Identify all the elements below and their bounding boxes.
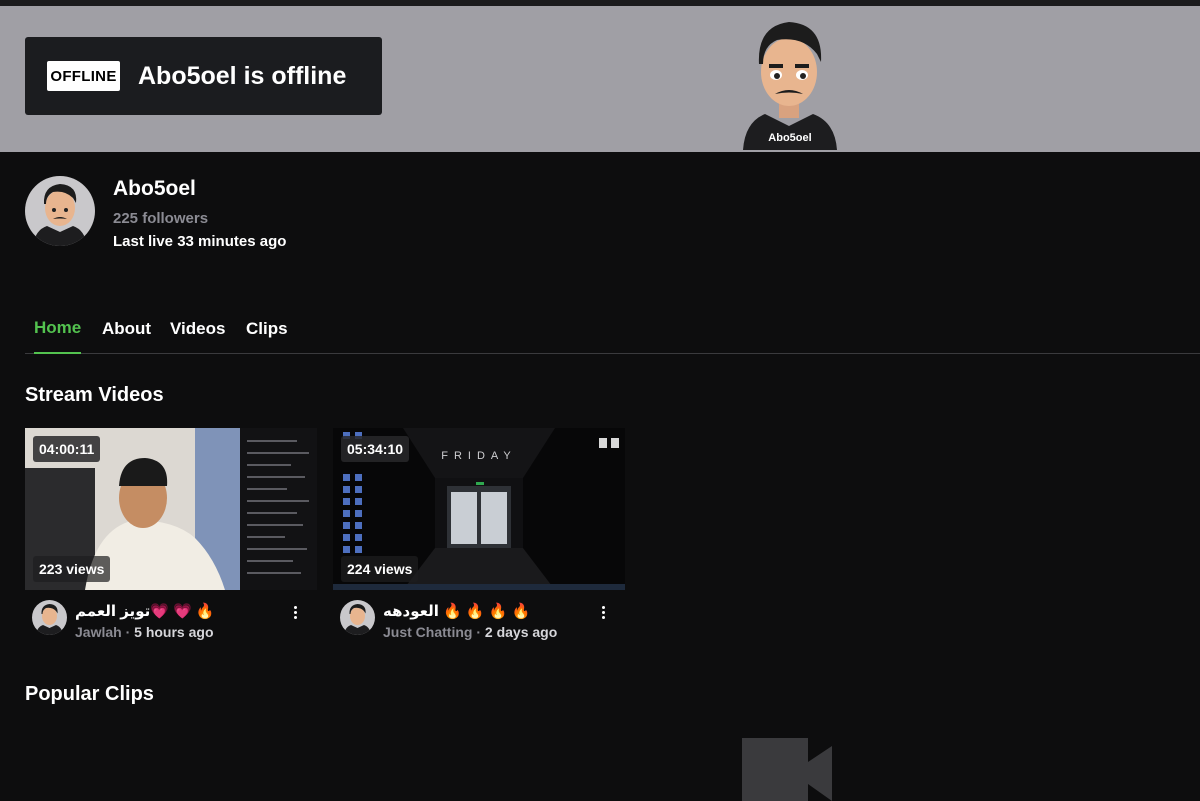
channel-name: Abo5oel (113, 177, 196, 200)
offline-message: Abo5oel is offline (138, 61, 347, 90)
video-duration: 05:34:10 (341, 436, 410, 462)
video-duration: 04:00:11 (33, 436, 101, 462)
video-thumbnail[interactable]: FRIDAY 05:34:10 224 views (333, 428, 625, 590)
last-live-status: Last live 33 minutes ago (113, 233, 287, 250)
video-meta: تويز العمم💗 💗 🔥 Jawlah · 5 hours ago (25, 590, 317, 640)
video-age: 2 days ago (484, 624, 558, 640)
thumb-overlay-text: FRIDAY (441, 450, 517, 462)
channel-tabs: Home About Videos Clips (25, 304, 1200, 354)
video-card[interactable]: FRIDAY 05:34:10 224 views العودهه 🔥 🔥 🔥 … (333, 428, 625, 640)
video-camera-icon (742, 738, 832, 801)
video-subtitle: Just Chatting · 2 days ago (383, 624, 557, 640)
video-meta: العودهه 🔥 🔥 🔥 🔥 Just Chatting · 2 days a… (333, 590, 625, 640)
video-age: 5 hours ago (134, 624, 214, 640)
vertical-ellipsis-icon[interactable] (289, 604, 301, 624)
video-views: 224 views (341, 556, 419, 582)
channel-avatar[interactable] (25, 176, 95, 246)
video-thumbnail[interactable]: 04:00:11 223 views (25, 428, 317, 590)
popular-clips-heading: Popular Clips (25, 683, 154, 705)
offline-status-box: OFFLINE Abo5oel is offline (25, 37, 382, 115)
stream-videos-heading: Stream Videos (25, 384, 164, 406)
video-title[interactable]: تويز العمم💗 💗 🔥 (75, 602, 215, 620)
video-card[interactable]: 04:00:11 223 views تويز العمم💗 💗 🔥 Jawla… (25, 428, 317, 640)
follower-count: 225 followers (113, 210, 209, 227)
tab-videos[interactable]: Videos (170, 304, 225, 353)
vertical-ellipsis-icon[interactable] (597, 604, 609, 624)
video-channel-avatar[interactable] (340, 600, 375, 635)
meta-separator: · (121, 624, 135, 640)
avatar-image (36, 604, 63, 635)
avatar-image (344, 604, 371, 635)
video-subtitle: Jawlah · 5 hours ago (75, 624, 214, 640)
meta-separator: · (472, 624, 485, 640)
video-title[interactable]: العودهه 🔥 🔥 🔥 🔥 (383, 602, 530, 620)
tab-home[interactable]: Home (34, 304, 82, 354)
tab-clips[interactable]: Clips (246, 304, 288, 353)
offline-badge: OFFLINE (47, 61, 120, 91)
tab-about[interactable]: About (102, 304, 151, 353)
video-views: 223 views (33, 556, 111, 582)
avatar-image (33, 184, 87, 246)
channel-banner-avatar: Abo5oel (743, 22, 837, 150)
video-category[interactable]: Just Chatting (383, 624, 472, 640)
video-channel-avatar[interactable] (32, 600, 67, 635)
video-category[interactable]: Jawlah (75, 624, 122, 640)
offline-banner: OFFLINE Abo5oel is offline Abo5oel (0, 6, 1200, 152)
banner-shirt-text: Abo5oel (768, 132, 811, 144)
